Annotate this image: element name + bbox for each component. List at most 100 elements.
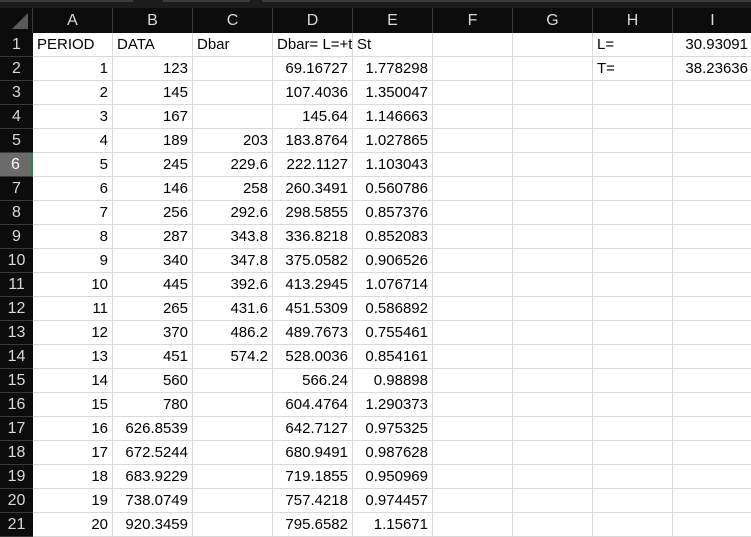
cell-B1[interactable]: DATA	[113, 33, 193, 57]
cell-C13[interactable]: 486.2	[193, 321, 273, 345]
cell-B6[interactable]: 245	[113, 153, 193, 177]
cell-I10[interactable]	[673, 249, 751, 273]
column-header-F[interactable]: F	[433, 8, 513, 33]
row-header-11[interactable]: 11	[0, 273, 33, 297]
cell-E5[interactable]: 1.027865	[353, 129, 433, 153]
cell-I2[interactable]: 38.23636	[673, 57, 751, 81]
cell-E7[interactable]: 0.560786	[353, 177, 433, 201]
cell-B21[interactable]: 920.3459	[113, 513, 193, 537]
row-header-10[interactable]: 10	[0, 249, 33, 273]
cell-D3[interactable]: 107.4036	[273, 81, 353, 105]
cell-E20[interactable]: 0.974457	[353, 489, 433, 513]
cell-B4[interactable]: 167	[113, 105, 193, 129]
cell-I3[interactable]	[673, 81, 751, 105]
cell-C19[interactable]	[193, 465, 273, 489]
cell-D15[interactable]: 566.24	[273, 369, 353, 393]
cell-G19[interactable]	[513, 465, 593, 489]
cell-A6[interactable]: 5	[33, 153, 113, 177]
cell-B15[interactable]: 560	[113, 369, 193, 393]
cell-H21[interactable]	[593, 513, 673, 537]
cell-G20[interactable]	[513, 489, 593, 513]
cell-I6[interactable]	[673, 153, 751, 177]
cell-H4[interactable]	[593, 105, 673, 129]
cell-C1[interactable]: Dbar	[193, 33, 273, 57]
cell-H3[interactable]	[593, 81, 673, 105]
cell-H14[interactable]	[593, 345, 673, 369]
cell-E9[interactable]: 0.852083	[353, 225, 433, 249]
cell-F12[interactable]	[433, 297, 513, 321]
cell-A19[interactable]: 18	[33, 465, 113, 489]
row-header-8[interactable]: 8	[0, 201, 33, 225]
cell-F3[interactable]	[433, 81, 513, 105]
row-header-13[interactable]: 13	[0, 321, 33, 345]
row-header-6[interactable]: 6	[0, 153, 33, 177]
cell-A7[interactable]: 6	[33, 177, 113, 201]
cell-I4[interactable]	[673, 105, 751, 129]
cell-F13[interactable]	[433, 321, 513, 345]
cell-A10[interactable]: 9	[33, 249, 113, 273]
cell-E6[interactable]: 1.103043	[353, 153, 433, 177]
cell-D4[interactable]: 145.64	[273, 105, 353, 129]
cell-F11[interactable]	[433, 273, 513, 297]
cell-G2[interactable]	[513, 57, 593, 81]
cell-A16[interactable]: 15	[33, 393, 113, 417]
cell-E13[interactable]: 0.755461	[353, 321, 433, 345]
cell-C2[interactable]	[193, 57, 273, 81]
cell-F21[interactable]	[433, 513, 513, 537]
cell-I20[interactable]	[673, 489, 751, 513]
cell-G13[interactable]	[513, 321, 593, 345]
row-header-9[interactable]: 9	[0, 225, 33, 249]
cell-F1[interactable]	[433, 33, 513, 57]
cell-G7[interactable]	[513, 177, 593, 201]
cell-I11[interactable]	[673, 273, 751, 297]
cell-H2[interactable]: T=	[593, 57, 673, 81]
row-header-4[interactable]: 4	[0, 105, 33, 129]
cell-F6[interactable]	[433, 153, 513, 177]
cell-D12[interactable]: 451.5309	[273, 297, 353, 321]
cell-B17[interactable]: 626.8539	[113, 417, 193, 441]
cell-A3[interactable]: 2	[33, 81, 113, 105]
cell-H6[interactable]	[593, 153, 673, 177]
cell-H13[interactable]	[593, 321, 673, 345]
cell-C21[interactable]	[193, 513, 273, 537]
cell-B14[interactable]: 451	[113, 345, 193, 369]
cell-I13[interactable]	[673, 321, 751, 345]
cell-I12[interactable]	[673, 297, 751, 321]
row-header-5[interactable]: 5	[0, 129, 33, 153]
cell-H19[interactable]	[593, 465, 673, 489]
cell-E1[interactable]: St	[353, 33, 433, 57]
cell-G1[interactable]	[513, 33, 593, 57]
cell-G11[interactable]	[513, 273, 593, 297]
cell-E10[interactable]: 0.906526	[353, 249, 433, 273]
cell-E3[interactable]: 1.350047	[353, 81, 433, 105]
cell-F17[interactable]	[433, 417, 513, 441]
cell-E17[interactable]: 0.975325	[353, 417, 433, 441]
cell-F16[interactable]	[433, 393, 513, 417]
cell-I16[interactable]	[673, 393, 751, 417]
cell-I8[interactable]	[673, 201, 751, 225]
cell-E21[interactable]: 1.15671	[353, 513, 433, 537]
cell-E19[interactable]: 0.950969	[353, 465, 433, 489]
column-header-G[interactable]: G	[513, 8, 593, 33]
cell-I9[interactable]	[673, 225, 751, 249]
row-header-15[interactable]: 15	[0, 369, 33, 393]
cell-A21[interactable]: 20	[33, 513, 113, 537]
cell-F4[interactable]	[433, 105, 513, 129]
cell-C16[interactable]	[193, 393, 273, 417]
cell-D7[interactable]: 260.3491	[273, 177, 353, 201]
cell-D14[interactable]: 528.0036	[273, 345, 353, 369]
column-header-I[interactable]: I	[673, 8, 751, 33]
column-header-E[interactable]: E	[353, 8, 433, 33]
cell-A11[interactable]: 10	[33, 273, 113, 297]
cell-B19[interactable]: 683.9229	[113, 465, 193, 489]
cell-D10[interactable]: 375.0582	[273, 249, 353, 273]
column-header-H[interactable]: H	[593, 8, 673, 33]
cell-C3[interactable]	[193, 81, 273, 105]
cell-G10[interactable]	[513, 249, 593, 273]
cell-I14[interactable]	[673, 345, 751, 369]
column-header-C[interactable]: C	[193, 8, 273, 33]
cell-H16[interactable]	[593, 393, 673, 417]
cell-B12[interactable]: 265	[113, 297, 193, 321]
cell-E2[interactable]: 1.778298	[353, 57, 433, 81]
cell-H18[interactable]	[593, 441, 673, 465]
